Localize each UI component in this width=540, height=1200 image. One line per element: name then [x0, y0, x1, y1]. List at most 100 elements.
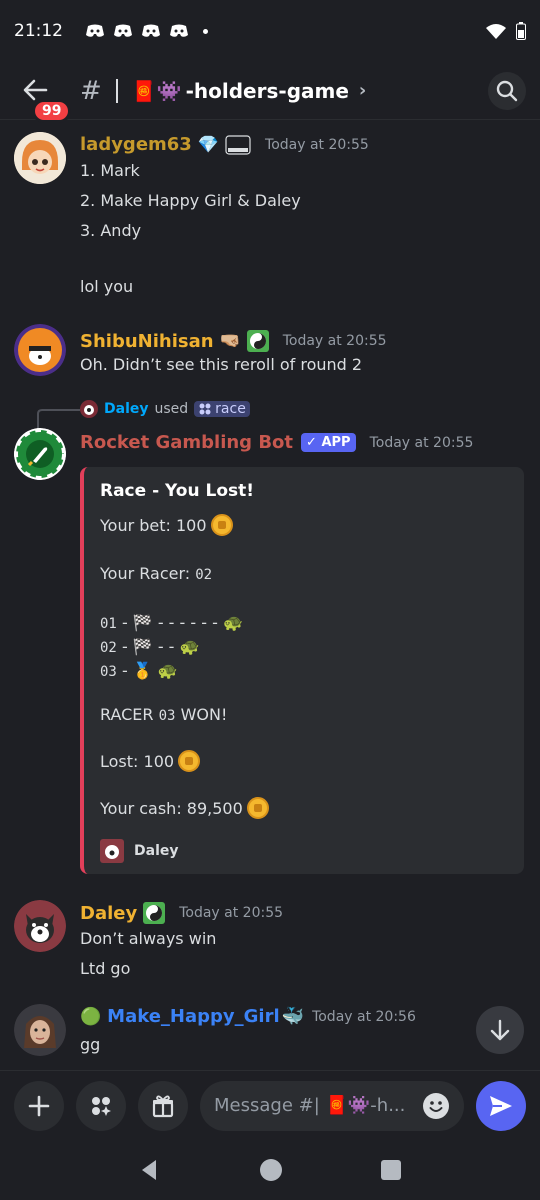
- list-item: 1. Mark: [80, 161, 140, 180]
- cash-line: Your cash: 89,500: [100, 797, 269, 819]
- race-row-track: - 🏁 - - 🐢: [121, 637, 200, 656]
- diamond-badge-icon: 💎: [197, 134, 220, 155]
- status-time: 21:12: [14, 21, 63, 41]
- search-icon: [496, 80, 518, 101]
- apps-button[interactable]: [76, 1080, 126, 1131]
- back-button[interactable]: 99: [14, 69, 72, 123]
- green-circle-icon: 🟢: [80, 1006, 102, 1027]
- divider: [115, 78, 118, 103]
- message-header: Daley Today at 20:55: [80, 902, 283, 924]
- race-row-track: - 🥇 🐢: [121, 661, 178, 680]
- avatar[interactable]: [14, 1004, 66, 1056]
- ordered-list: 1. Mark 2. Make Happy Girl & Daley 3. An…: [80, 156, 301, 246]
- embed-title: Race - You Lost!: [100, 481, 255, 501]
- nav-back-icon[interactable]: [138, 1158, 162, 1182]
- message-text: Oh. Didn’t see this reroll of round 2: [80, 355, 363, 374]
- channel-title[interactable]: 🧧👾 -holders-game ›: [132, 79, 367, 103]
- message-line: Ltd go: [80, 959, 131, 978]
- fist-badge-icon: 🤜🏼: [219, 331, 241, 351]
- message-header: Rocket Gambling Bot ✓ APP Today at 20:55: [80, 432, 473, 453]
- emoji-icon: [423, 1092, 449, 1119]
- embed-footer: Daley: [100, 839, 179, 863]
- message-input[interactable]: Message #| 🧧👾-h...: [200, 1080, 464, 1131]
- race-row-track: - 🏁 - - - - - - 🐢: [121, 613, 243, 632]
- timestamp: Today at 20:55: [369, 434, 474, 451]
- race-row: 03 - 🥇 🐢: [100, 659, 178, 684]
- message-header: 🟢 Make_Happy_Girl 🐳 Today at 20:56: [80, 1006, 416, 1027]
- message-line: Don’t always win: [80, 929, 217, 948]
- message-text: gg: [80, 1035, 101, 1054]
- channel-hash-icon: #: [80, 75, 102, 106]
- timestamp: Today at 20:55: [265, 136, 369, 153]
- race-row: 01 - 🏁 - - - - - - 🐢: [100, 611, 243, 636]
- race-row-num: 03: [100, 664, 117, 680]
- gift-button[interactable]: [138, 1080, 188, 1131]
- yin-yang-badge-icon: [143, 902, 166, 924]
- discord-notification-icon: [170, 24, 188, 37]
- command-icon: [199, 403, 211, 415]
- coin-icon: [210, 514, 233, 536]
- avatar[interactable]: [14, 428, 66, 480]
- coin-icon: [246, 797, 269, 819]
- shibu-badge-icon: [225, 134, 251, 155]
- command-reply[interactable]: Daley used race: [80, 400, 250, 418]
- avatar[interactable]: [14, 324, 66, 376]
- unread-badge: 99: [32, 98, 72, 123]
- search-button[interactable]: [488, 71, 526, 110]
- arrow-down-icon: [490, 1019, 510, 1041]
- list-item: 2. Make Happy Girl & Daley: [80, 191, 301, 210]
- jump-to-bottom-button[interactable]: [476, 1006, 524, 1054]
- message-header: ladygem63 💎 Today at 20:55: [80, 134, 369, 155]
- race-row: 02 - 🏁 - - 🐢: [100, 635, 199, 660]
- status-bar: 21:12: [0, 0, 540, 62]
- discord-notification-icon: [142, 24, 160, 37]
- cash-text: Your cash: 89,500: [100, 798, 243, 818]
- racer-value: 02: [195, 567, 213, 583]
- reply-user[interactable]: Daley: [104, 401, 149, 417]
- author-name[interactable]: Make_Happy_Girl: [107, 1006, 279, 1027]
- bet-text: Your bet: 100: [100, 515, 207, 535]
- arrow-left-icon: [23, 79, 48, 100]
- wifi-icon: [486, 24, 506, 39]
- author-name[interactable]: ShibuNihisan: [80, 331, 214, 352]
- gift-icon: [152, 1095, 174, 1117]
- discord-notification-icon: [114, 24, 132, 37]
- winner-suffix: WON!: [180, 705, 228, 724]
- message-header: ShibuNihisan 🤜🏼 Today at 20:55: [80, 330, 387, 352]
- timestamp: Today at 20:56: [312, 1008, 416, 1025]
- system-nav-bar: [0, 1140, 540, 1200]
- winner-prefix: RACER: [100, 705, 154, 724]
- channel-header: 99 # 🧧👾 -holders-game ›: [0, 62, 540, 123]
- nav-home-icon[interactable]: [259, 1158, 283, 1182]
- notification-icons: [85, 23, 208, 39]
- slash-command-chip[interactable]: race: [194, 401, 250, 417]
- send-button[interactable]: [476, 1080, 526, 1131]
- timestamp: Today at 20:55: [179, 905, 284, 921]
- channel-name: -holders-game: [185, 78, 349, 103]
- message-body: 1. Mark 2. Make Happy Girl & Daley 3. An…: [80, 156, 301, 302]
- command-name: race: [215, 401, 246, 417]
- attach-button[interactable]: [14, 1080, 64, 1131]
- footer-avatar: [100, 839, 124, 863]
- app-tag: ✓ APP: [301, 433, 356, 452]
- bet-line: Your bet: 100: [100, 514, 233, 536]
- author-name[interactable]: ladygem63: [80, 134, 192, 155]
- winner-num: 03: [158, 708, 176, 724]
- send-icon: [490, 1095, 512, 1116]
- author-name[interactable]: Rocket Gambling Bot: [80, 432, 293, 453]
- avatar[interactable]: [14, 900, 66, 952]
- message-placeholder: Message #| 🧧👾-h...: [214, 1095, 406, 1116]
- avatar[interactable]: [14, 132, 66, 184]
- channel-emoji: 🧧👾: [131, 78, 182, 103]
- apps-icon: [92, 1096, 111, 1116]
- footer-user: Daley: [134, 843, 179, 859]
- message-body: Don’t always win Ltd go: [80, 924, 216, 984]
- list-item: 3. Andy: [80, 221, 142, 240]
- author-name[interactable]: Daley: [80, 903, 137, 924]
- nav-recents-icon[interactable]: [380, 1159, 402, 1181]
- chevron-right-icon: ›: [358, 80, 367, 101]
- race-row-num: 02: [100, 640, 117, 656]
- plus-icon: [28, 1095, 50, 1116]
- race-result-embed: Race - You Lost! Your bet: 100 Your Race…: [80, 467, 524, 874]
- more-notifications-dot: [203, 28, 208, 34]
